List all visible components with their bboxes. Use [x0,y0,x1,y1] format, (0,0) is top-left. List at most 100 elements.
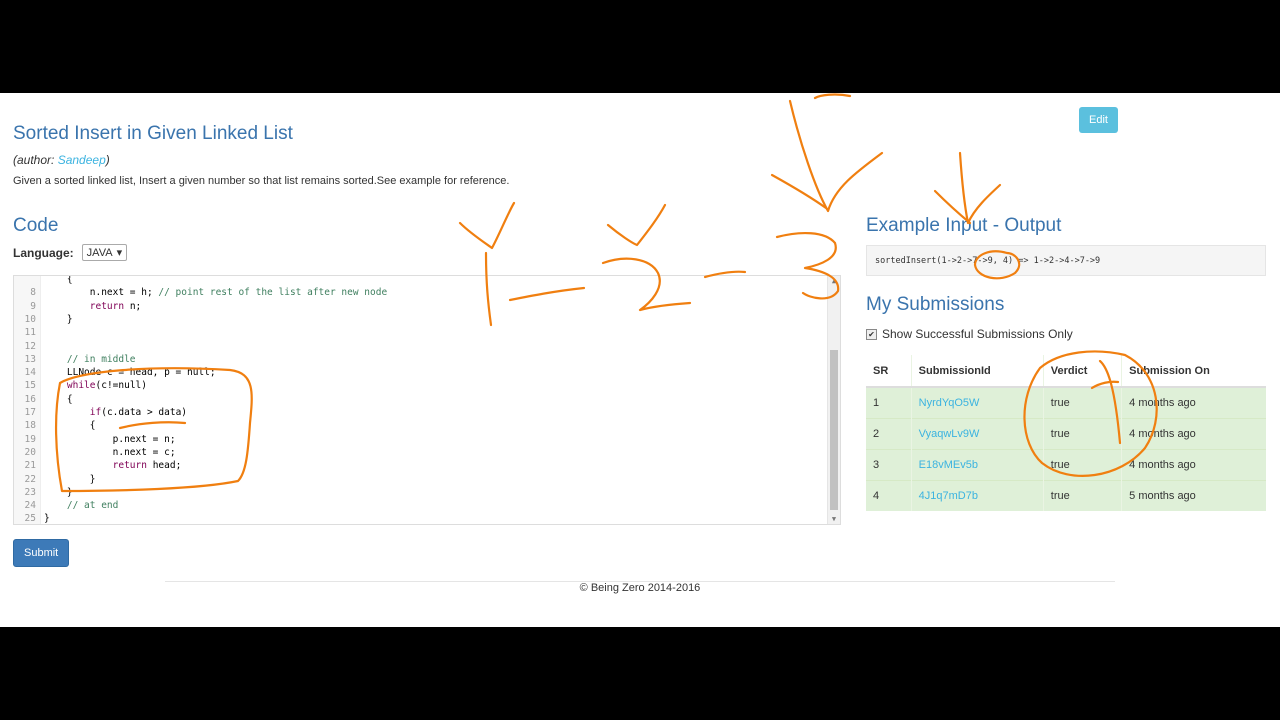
scroll-down-icon[interactable]: ▼ [828,514,840,524]
submission-link[interactable]: E18vMEv5b [919,459,978,471]
cell-verdict: true [1042,480,1122,511]
line-number: 24 [24,500,36,512]
code-line: 23 } [14,486,73,499]
problem-page: Sorted Insert in Given Linked List (auth… [0,93,1280,627]
checkbox-checked-icon[interactable]: ✔ [866,328,877,340]
code-text: { [44,420,96,432]
code-line: 19 p.next = n; [14,433,176,446]
column-header-verdict: Verdict [1042,355,1122,388]
footer-copyright: © Being Zero 2014-2016 [579,582,701,594]
line-number: 21 [24,460,36,472]
cell-submission-on: 4 months ago [1121,449,1266,481]
cell-submission-id: NyrdYqO5W [910,386,1044,419]
code-line: 8 n.next = h; // point rest of the list … [14,286,387,299]
submission-link[interactable]: 4J1q7mD7b [919,490,978,502]
line-number: 17 [24,407,36,418]
code-text: } [44,313,73,325]
code-line: 18 { [14,419,96,432]
column-header-submission-id: SubmissionId [910,355,1044,388]
line-number: 11 [24,327,36,339]
table-header-row: SR SubmissionId Verdict Submission On [866,355,1266,388]
line-number: 22 [24,473,36,485]
cell-sr: 4 [866,480,912,511]
edit-button[interactable]: Edit [1079,107,1118,133]
cell-sr: 3 [866,449,912,481]
cell-submission-on: 4 months ago [1121,418,1266,450]
code-line: 20 n.next = c; [14,446,176,459]
cell-submission-id: E18vMEv5b [910,449,1044,481]
successful-only-toggle[interactable]: ✔ Show Successful Submissions Only [866,327,1073,341]
column-header-submission-on: Submission On [1121,355,1266,388]
code-line: 13 // in middle [14,353,136,366]
cell-sr: 2 [866,418,912,450]
example-code: sortedInsert(1->2->7->9, 4) => 1->2->4->… [866,245,1266,276]
code-text: // in middle [66,353,136,365]
language-value: JAVA [86,246,113,259]
code-line: 22 } [14,473,96,486]
submissions-heading: My Submissions [866,294,1005,315]
problem-description: Given a sorted linked list, Insert a giv… [13,175,510,187]
code-text: n.next = h; // point rest of the list af… [44,287,388,299]
line-number: 13 [24,353,36,365]
code-line: 10 } [14,313,73,326]
page-title: Sorted Insert in Given Linked List [13,123,293,144]
author-line: (author: Sandeep) [13,153,110,167]
code-text: // at end [66,500,119,512]
author-suffix: ) [105,153,110,167]
code-line: 15 while(c!=null) [14,379,147,392]
code-text: LLNode c = head, p = null; [44,367,216,379]
author-prefix: (author: [13,153,58,167]
line-number: 15 [24,380,36,392]
code-line: 14 LLNode c = head, p = null; [14,366,216,379]
code-text: } [44,486,73,498]
code-text: p.next = n; [44,433,176,445]
cell-submission-on: 5 months ago [1121,480,1266,511]
checkbox-label: Show Successful Submissions Only [882,327,1073,341]
line-number: 14 [24,367,36,379]
language-label: Language: [13,245,74,260]
example-heading: Example Input - Output [866,215,1062,236]
cell-submission-id: VyaqwLv9W [910,418,1044,450]
code-heading: Code [13,215,59,236]
line-number: 9 [30,300,36,312]
cell-verdict: true [1042,449,1122,481]
editor-scrollbar[interactable]: ▲ ▼ [827,276,840,524]
table-row: 2 VyaqwLv9W true 4 months ago [866,418,1266,450]
cell-verdict: true [1042,418,1122,450]
table-row: 4 4J1q7mD7b true 5 months ago [866,480,1266,511]
code-editor[interactable]: {8 n.next = h; // point rest of the list… [13,275,841,525]
code-line: 16 { [14,393,73,406]
language-row: Language: JAVA ▾ [13,244,128,261]
table-row: 3 E18vMEv5b true 4 months ago [866,449,1266,481]
table-row: 1 NyrdYqO5W true 4 months ago [866,386,1266,419]
line-number: 8 [30,287,36,299]
submission-link[interactable]: VyaqwLv9W [919,428,980,440]
code-line: 24 // at end [14,499,119,512]
line-number: 19 [24,433,36,445]
code-text: } [44,513,50,525]
submit-button[interactable]: Submit [13,539,70,567]
submissions-table: SR SubmissionId Verdict Submission On 1 … [866,355,1266,511]
line-number: 10 [24,313,36,325]
language-select[interactable]: JAVA ▾ [81,244,128,261]
cell-sr: 1 [866,386,912,419]
code-text: if(c.data > data) [89,407,188,418]
line-number: 12 [24,340,36,352]
cell-submission-on: 4 months ago [1121,386,1266,419]
line-number: 18 [24,420,36,432]
code-text: { [44,275,73,285]
scroll-up-icon[interactable]: ▲ [828,276,840,286]
line-number: 16 [24,393,36,405]
line-number: 23 [24,486,36,498]
code-text: n.next = c; [44,446,176,458]
author-link[interactable]: Sandeep [58,153,106,167]
code-text: { [44,393,73,405]
scrollbar-thumb[interactable] [830,350,838,510]
cell-verdict: true [1042,386,1122,419]
code-line: 11 [14,326,36,339]
submission-link[interactable]: NyrdYqO5W [919,397,980,409]
code-text: return head; [112,460,182,472]
line-number: 20 [24,446,36,458]
code-text: return n; [89,300,142,312]
column-header-sr: SR [866,355,912,388]
